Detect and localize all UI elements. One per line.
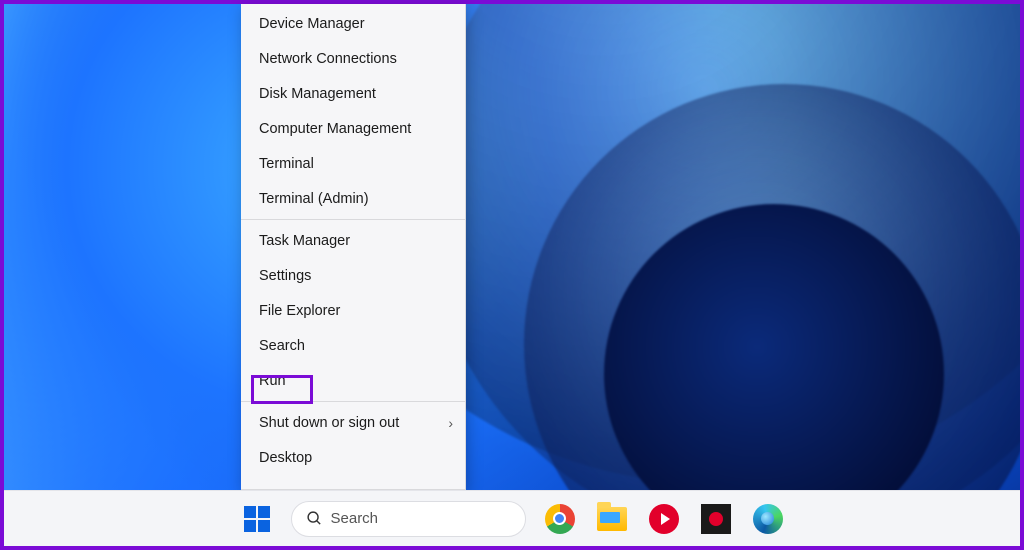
menu-item-network-connections[interactable]: Network Connections	[241, 41, 465, 76]
taskbar-pinned-media-app[interactable]	[646, 501, 682, 537]
menu-item-terminal-admin[interactable]: Terminal (Admin)	[241, 181, 465, 216]
menu-item-computer-management[interactable]: Computer Management	[241, 111, 465, 146]
taskbar: Search	[4, 490, 1020, 546]
menu-item-label: Computer Management	[259, 121, 411, 137]
record-icon	[701, 504, 731, 534]
menu-item-disk-management[interactable]: Disk Management	[241, 76, 465, 111]
menu-item-terminal[interactable]: Terminal	[241, 146, 465, 181]
menu-item-label: Terminal (Admin)	[259, 191, 369, 207]
desktop-wallpaper	[4, 4, 1020, 546]
menu-item-label: Run	[259, 373, 286, 389]
menu-item-label: Device Manager	[259, 16, 365, 32]
taskbar-pinned-chrome[interactable]	[542, 501, 578, 537]
menu-item-settings[interactable]: Settings	[241, 258, 465, 293]
chrome-icon	[545, 504, 575, 534]
menu-item-device-manager[interactable]: Device Manager	[241, 6, 465, 41]
menu-item-label: Network Connections	[259, 51, 397, 67]
taskbar-pinned-edge[interactable]	[750, 501, 786, 537]
menu-item-file-explorer[interactable]: File Explorer	[241, 293, 465, 328]
menu-item-shutdown-signout[interactable]: Shut down or sign out ›	[241, 405, 465, 440]
menu-separator	[241, 219, 465, 220]
start-button[interactable]	[239, 501, 275, 537]
menu-separator	[241, 401, 465, 402]
search-icon	[306, 510, 323, 527]
menu-item-run[interactable]: Run	[241, 363, 465, 398]
search-placeholder: Search	[331, 510, 379, 527]
menu-item-label: Disk Management	[259, 86, 376, 102]
file-explorer-icon	[597, 507, 627, 531]
power-user-menu: Device Manager Network Connections Disk …	[241, 4, 466, 490]
menu-item-label: Task Manager	[259, 233, 350, 249]
menu-item-search[interactable]: Search	[241, 328, 465, 363]
taskbar-search[interactable]: Search	[291, 501, 526, 537]
menu-item-label: Shut down or sign out	[259, 415, 399, 431]
menu-item-label: Terminal	[259, 156, 314, 172]
menu-item-label: File Explorer	[259, 303, 340, 319]
edge-icon	[753, 504, 783, 534]
screenshot-frame: Device Manager Network Connections Disk …	[0, 0, 1024, 550]
chevron-right-icon: ›	[448, 415, 453, 431]
menu-item-label: Desktop	[259, 450, 312, 466]
menu-item-label: Search	[259, 338, 305, 354]
play-circle-icon	[649, 504, 679, 534]
menu-item-task-manager[interactable]: Task Manager	[241, 223, 465, 258]
menu-item-label: Settings	[259, 268, 311, 284]
windows-logo-icon	[244, 506, 270, 532]
taskbar-pinned-file-explorer[interactable]	[594, 501, 630, 537]
taskbar-pinned-dark-app[interactable]	[698, 501, 734, 537]
menu-item-desktop[interactable]: Desktop	[241, 440, 465, 475]
